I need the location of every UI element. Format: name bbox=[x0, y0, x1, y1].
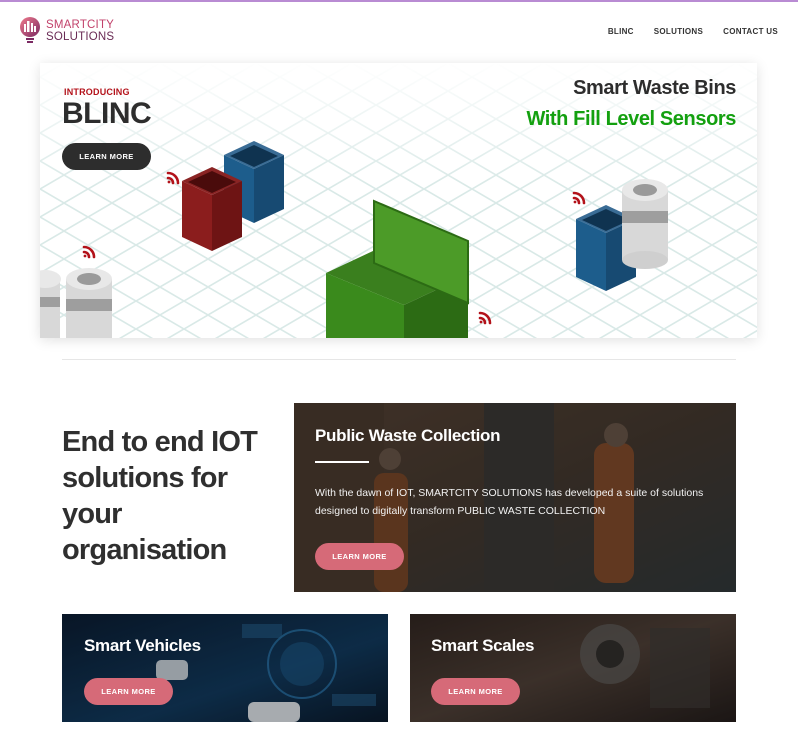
smart-city-traffic-photo bbox=[62, 614, 388, 722]
smart-scales-card: Smart Scales LEARN MORE bbox=[410, 614, 736, 722]
smart-scales-title: Smart Scales bbox=[431, 636, 535, 655]
section-divider bbox=[62, 359, 736, 360]
hero-banner: INTRODUCING BLINC LEARN MORE Smart Waste… bbox=[40, 63, 757, 338]
public-waste-title: Public Waste Collection bbox=[315, 426, 501, 445]
title-underline bbox=[315, 461, 369, 463]
smart-vehicles-learn-more-button[interactable]: LEARN MORE bbox=[84, 678, 173, 705]
smart-scales-learn-more-button[interactable]: LEARN MORE bbox=[431, 678, 520, 705]
main-nav: BLINC SOLUTIONS CONTACT US bbox=[608, 27, 778, 36]
hero-learn-more-button[interactable]: LEARN MORE bbox=[62, 143, 151, 170]
smart-vehicles-card: Smart Vehicles LEARN MORE bbox=[62, 614, 388, 722]
logo-text-line2: SOLUTIONS bbox=[46, 31, 115, 43]
nav-solutions[interactable]: SOLUTIONS bbox=[654, 27, 703, 36]
bulb-logo-icon bbox=[18, 16, 42, 46]
red-bin-icon bbox=[182, 167, 242, 251]
public-waste-description: With the dawn of IOT, SMARTCITY SOLUTION… bbox=[315, 487, 704, 517]
logo[interactable]: SMARTCITY SOLUTIONS bbox=[18, 16, 114, 46]
smart-vehicles-title: Smart Vehicles bbox=[84, 636, 201, 655]
hero-title: BLINC bbox=[62, 97, 152, 130]
lead-heading: End to end IOT solutions for your organi… bbox=[62, 426, 258, 566]
site-header: SMARTCITY SOLUTIONS BLINC SOLUTIONS CONT… bbox=[0, 2, 798, 58]
public-waste-learn-more-button[interactable]: LEARN MORE bbox=[315, 543, 404, 570]
nav-contact-us[interactable]: CONTACT US bbox=[723, 27, 778, 36]
hero-subheadline: With Fill Level Sensors bbox=[526, 108, 736, 130]
logo-text-line1: SMARTCITY bbox=[46, 19, 115, 31]
grey-cylinders-left-icon bbox=[40, 268, 112, 338]
public-waste-card: Public Waste Collection With the dawn of… bbox=[294, 403, 736, 592]
nav-blinc[interactable]: BLINC bbox=[608, 27, 634, 36]
hero-headline: Smart Waste Bins bbox=[573, 77, 736, 99]
hero-eyebrow: INTRODUCING bbox=[64, 87, 130, 97]
scale-machinery-photo bbox=[410, 614, 736, 722]
grey-cylinder-icon bbox=[622, 179, 668, 269]
